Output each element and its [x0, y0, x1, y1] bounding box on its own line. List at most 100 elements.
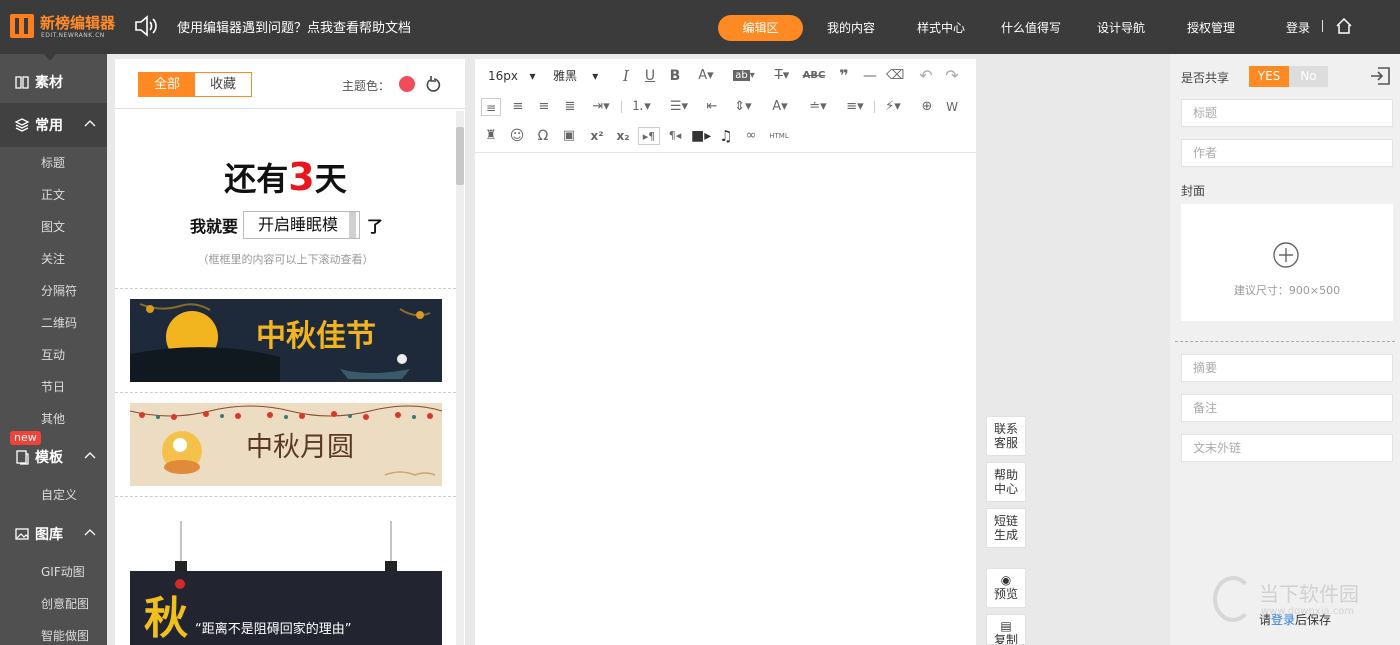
sidebar-item-image-text[interactable]: 图文 — [41, 218, 65, 235]
video-icon[interactable]: ■▸ — [691, 127, 711, 145]
author-field[interactable]: 作者 — [1181, 139, 1393, 167]
sidebar-item-creative-image[interactable]: 创意配图 — [41, 595, 89, 612]
tab-all[interactable]: 全部 — [139, 73, 195, 96]
format-painter-icon[interactable]: ⚡▾ — [879, 98, 907, 116]
row-spacing-icon[interactable]: ⇕▾ — [729, 98, 757, 116]
nav-my-content[interactable]: 我的内容 — [818, 15, 884, 41]
strikethrough-icon[interactable]: ABC — [802, 67, 826, 85]
unordered-list-icon[interactable]: ☰▾ — [665, 98, 693, 116]
sidebar-item-custom[interactable]: 自定义 — [41, 486, 77, 503]
align-left-icon[interactable]: ≡ — [481, 98, 501, 116]
scrollbar-thumb[interactable] — [456, 127, 464, 185]
banner-mid-autumn-reunion[interactable]: 中秋月圆 — [130, 403, 442, 486]
font-size-select[interactable]: 16px ▾ — [488, 67, 535, 85]
music-icon[interactable]: ♫ — [717, 127, 735, 145]
font-color-icon[interactable]: A▾ — [692, 67, 720, 85]
title-field[interactable]: 标题 — [1181, 99, 1393, 127]
sidebar-gallery[interactable]: 图库 — [0, 512, 107, 556]
align-right-icon[interactable]: ≡ — [534, 98, 554, 116]
external-link-field[interactable]: 文末外链 — [1181, 434, 1393, 462]
nav-editor[interactable]: 编辑区 — [718, 15, 803, 41]
html-source-icon[interactable]: HTML — [767, 127, 791, 145]
login-link[interactable]: 登录 — [1278, 15, 1318, 41]
ordered-list-icon[interactable]: ⒈▾ — [627, 98, 655, 116]
editor: 16px ▾ 雅黑 ▾ I U B A▾ ab ▾ T̶▾ ABC ❞ — ⌫ ↶… — [475, 59, 976, 645]
bold-icon[interactable]: B — [666, 67, 684, 85]
sidebar-item-interaction[interactable]: 互动 — [41, 346, 65, 363]
subscript-icon[interactable]: x₂ — [613, 127, 633, 145]
sidebar-item-smart-image[interactable]: 智能做图 — [41, 627, 89, 644]
contact-line1: 联系 — [993, 422, 1018, 436]
letter-spacing-icon[interactable]: A▾ — [766, 98, 794, 116]
blockquote-icon[interactable]: ❞ — [835, 67, 853, 85]
materials-scrollbar[interactable] — [456, 111, 464, 645]
sidebar-material[interactable]: 素材 — [0, 60, 107, 104]
cover-upload[interactable]: 建议尺寸：900×500 — [1181, 204, 1393, 321]
sidebar-item-follow[interactable]: 关注 — [41, 250, 65, 267]
eraser-icon[interactable]: ⌫ — [886, 67, 904, 85]
logo-icon — [10, 14, 34, 38]
emoji-icon[interactable]: ☺ — [508, 127, 526, 145]
insert-image-icon[interactable]: ▣ — [560, 127, 578, 145]
horizontal-rule-icon[interactable]: — — [859, 67, 881, 85]
copy-icon: ▤ — [1000, 619, 1012, 633]
logo[interactable]: 新榜编辑器 EDIT.NEWRANK.CN — [10, 12, 118, 42]
banner-mid-autumn-festival[interactable]: 中秋佳节 — [130, 299, 442, 382]
undo-icon[interactable]: ↶ — [917, 67, 935, 85]
nav-authorization[interactable]: 授权管理 — [1178, 15, 1244, 41]
short-link-button[interactable]: 短链 生成 — [986, 508, 1026, 548]
underline-icon[interactable]: U — [641, 67, 659, 85]
italic-icon[interactable]: I — [617, 67, 635, 85]
paragraph-spacing-icon[interactable]: ≡▾ — [841, 98, 869, 116]
outdent-icon[interactable]: ⇤ — [702, 98, 722, 116]
sidebar-item-other[interactable]: 其他 — [41, 410, 65, 427]
note-field[interactable]: 备注 — [1181, 394, 1393, 422]
sidebar-item-body[interactable]: 正文 — [41, 186, 65, 203]
share-toggle[interactable]: YES No — [1249, 66, 1328, 87]
theme-color-picker[interactable] — [399, 76, 415, 92]
sidebar-item-title[interactable]: 标题 — [41, 154, 65, 171]
brush-icon[interactable]: ♜ — [482, 127, 500, 145]
help-notice-link[interactable]: 使用编辑器遇到问题？点我查看帮助文档 — [177, 17, 411, 36]
share-yes[interactable]: YES — [1249, 66, 1289, 87]
sidebar-item-divider[interactable]: 分隔符 — [41, 282, 77, 299]
word-import-icon[interactable]: W — [943, 98, 961, 116]
exit-icon[interactable] — [1369, 66, 1391, 86]
search-replace-icon[interactable]: ⊕ — [918, 98, 936, 116]
rtl-icon[interactable]: ¶◂ — [665, 127, 685, 145]
countdown-text[interactable]: 还有3天 — [115, 154, 456, 200]
summary-field[interactable]: 摘要 — [1181, 354, 1393, 382]
redo-icon[interactable]: ↷ — [943, 67, 961, 85]
sidebar-item-qrcode[interactable]: 二维码 — [41, 314, 77, 331]
ltr-icon[interactable]: ▸¶ — [638, 127, 660, 145]
preview-button[interactable]: ◉ 预览 — [986, 568, 1026, 608]
clear-format-icon[interactable]: T̶▾ — [767, 67, 797, 85]
help-center-button[interactable]: 帮助 中心 — [986, 462, 1026, 502]
indent-icon[interactable]: ⇥▾ — [587, 98, 615, 116]
banner-autumn-quote[interactable]: 秋 “距离不是阻碍回家的理由” — [130, 521, 442, 645]
countdown-pre: 还有 — [224, 160, 289, 198]
line-height-icon[interactable]: ≐▾ — [804, 98, 832, 116]
speaker-icon[interactable] — [133, 14, 159, 38]
sleep-scroll-box[interactable]: 开启睡眠模 — [243, 211, 360, 239]
font-family-select[interactable]: 雅黑 ▾ — [553, 67, 598, 85]
link-icon[interactable]: ∞ — [742, 127, 760, 145]
sidebar-common[interactable]: 常用 — [0, 103, 107, 147]
copy-button[interactable]: ▤ 复制 — [986, 614, 1026, 645]
align-justify-icon[interactable]: ≣ — [560, 98, 580, 116]
special-char-icon[interactable]: Ω — [534, 127, 552, 145]
reset-icon[interactable] — [425, 75, 443, 93]
sidebar-template[interactable]: 模板 — [0, 435, 107, 479]
nav-design-guide[interactable]: 设计导航 — [1088, 15, 1154, 41]
home-icon[interactable] — [1335, 17, 1353, 35]
superscript-icon[interactable]: x² — [587, 127, 607, 145]
tab-favorites[interactable]: 收藏 — [195, 73, 251, 96]
share-no[interactable]: No — [1289, 66, 1328, 87]
contact-support-button[interactable]: 联系 客服 — [986, 416, 1026, 456]
sidebar-item-holiday[interactable]: 节日 — [41, 378, 65, 395]
nav-style-center[interactable]: 样式中心 — [908, 15, 974, 41]
sidebar-item-gif[interactable]: GIF动图 — [41, 563, 85, 580]
nav-worth-writing[interactable]: 什么值得写 — [992, 15, 1070, 41]
highlight-icon[interactable]: ab ▾ — [730, 67, 758, 85]
align-center-icon[interactable]: ≡ — [508, 98, 528, 116]
